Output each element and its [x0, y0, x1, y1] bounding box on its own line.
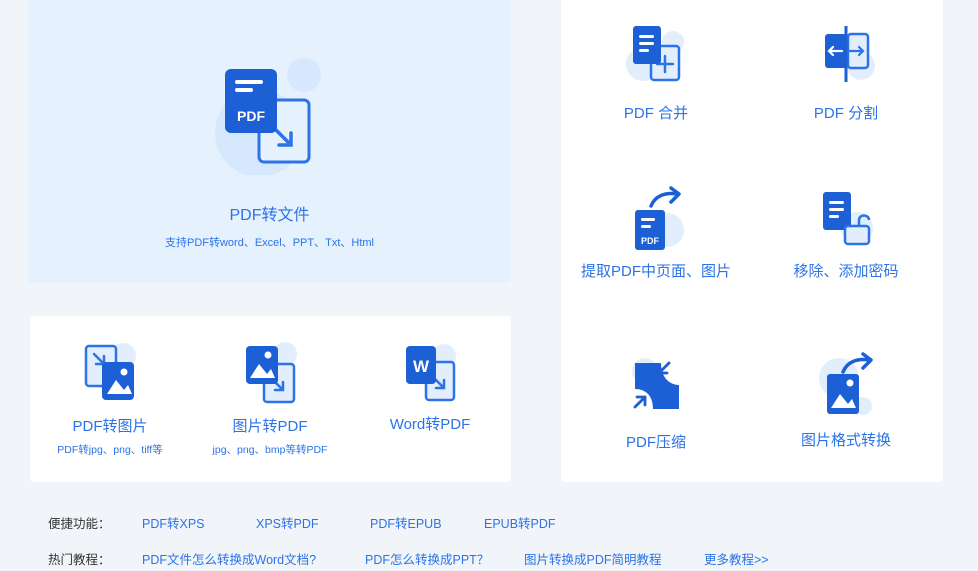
- image-format-convert-icon: [819, 352, 873, 415]
- quick-links-label: 便捷功能：: [48, 517, 111, 531]
- word-to-pdf-tool[interactable]: W Word转PDF: [350, 342, 510, 434]
- quick-link-epub-to-pdf[interactable]: EPUB转PDF: [484, 513, 556, 532]
- word-to-pdf-icon: W: [406, 344, 456, 402]
- tutorial-link-image-to-pdf[interactable]: 图片转换成PDF简明教程: [524, 549, 662, 568]
- pdf-compress-tool[interactable]: PDF压缩: [561, 355, 751, 452]
- image-to-pdf-label: 图片转PDF: [232, 418, 308, 435]
- pdf-to-image-icon: [84, 343, 136, 400]
- pdf-to-image-label: PDF转图片: [72, 418, 148, 435]
- tutorial-link-pdf-to-word[interactable]: PDF文件怎么转换成Word文档?: [142, 549, 316, 568]
- pdf-icon-text: PDF: [237, 108, 265, 124]
- password-label: 移除、添加密码: [793, 263, 899, 280]
- image-to-pdf-icon: [246, 342, 297, 404]
- password-tool[interactable]: 移除、添加密码: [751, 186, 941, 281]
- extract-pages-icon: PDF: [635, 186, 684, 250]
- pdf-to-file-icon: PDF: [215, 58, 321, 175]
- tutorials-row: 热门教程： PDF文件怎么转换成Word文档? PDF怎么转换成PPT？ 图片转…: [48, 549, 948, 567]
- extract-pages-tool[interactable]: PDF 提取PDF中页面、图片: [561, 186, 751, 281]
- pdf-tools-card: PDF 合并 PDF 分割 PDF 提取PDF中页面、图片 移除、添加密码 PD…: [561, 0, 943, 482]
- tutorial-link-pdf-to-ppt[interactable]: PDF怎么转换成PPT？: [365, 549, 489, 568]
- image-format-convert-label: 图片格式转换: [800, 432, 891, 449]
- pdf-split-tool[interactable]: PDF 分割: [751, 24, 941, 123]
- quick-link-xps-to-pdf[interactable]: XPS转PDF: [256, 513, 319, 532]
- tutorials-label: 热门教程：: [48, 553, 111, 567]
- pdf-merge-icon: [626, 26, 684, 82]
- word-icon-text: W: [413, 357, 430, 376]
- image-format-convert-tool[interactable]: 图片格式转换: [751, 350, 941, 450]
- pdf-compress-label: PDF压缩: [625, 434, 686, 451]
- pdf-merge-tool[interactable]: PDF 合并: [561, 24, 751, 123]
- image-to-pdf-sub: jpg、png、bmp等转PDF: [212, 444, 328, 456]
- pdf-to-image-sub: PDF转jpg、png、tiff等: [57, 444, 163, 456]
- quick-links-row: 便捷功能： PDF转XPS XPS转PDF PDF转EPUB EPUB转PDF: [48, 513, 948, 531]
- pdf-merge-label: PDF 合并: [623, 105, 689, 122]
- quick-link-pdf-to-xps[interactable]: PDF转XPS: [142, 513, 205, 532]
- pdf-to-file-subtitle: 支持PDF转word、Excel、PPT、Txt、Html: [164, 237, 374, 249]
- conversion-tools-card: PDF转图片 PDF转jpg、png、tiff等 图片转PDF jpg、png、…: [30, 316, 511, 482]
- pdf-to-image-tool[interactable]: PDF转图片 PDF转jpg、png、tiff等: [30, 342, 190, 457]
- more-tutorials-link[interactable]: 更多教程>>: [704, 549, 769, 568]
- extract-pages-label: 提取PDF中页面、图片: [580, 263, 731, 280]
- pdf-split-label: PDF 分割: [813, 105, 879, 122]
- word-to-pdf-label: Word转PDF: [389, 416, 471, 433]
- pdf-to-file-title: PDF转文件: [229, 207, 310, 224]
- quick-link-pdf-to-epub[interactable]: PDF转EPUB: [370, 513, 442, 532]
- pdf-compress-icon: [632, 358, 679, 409]
- extract-icon-text: PDF: [641, 236, 660, 246]
- pdf-split-icon: [825, 26, 875, 82]
- pdf-to-file-card[interactable]: PDF PDF转文件 支持PDF转word、Excel、PPT、Txt、Html: [28, 0, 511, 283]
- password-lock-icon: [823, 192, 873, 246]
- image-to-pdf-tool[interactable]: 图片转PDF jpg、png、bmp等转PDF: [190, 342, 350, 457]
